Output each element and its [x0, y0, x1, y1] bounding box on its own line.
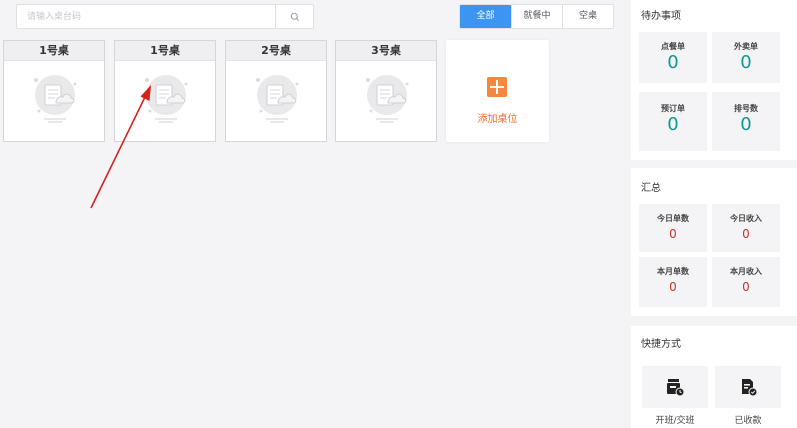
stat-value: 0 [740, 114, 752, 135]
table-name: 1号桌 [4, 41, 104, 61]
stat-value: 0 [740, 52, 752, 73]
search-button[interactable] [275, 5, 313, 28]
shift-handover-icon [667, 379, 685, 397]
table-name: 3号桌 [336, 41, 436, 61]
table-card[interactable]: 3号桌 [335, 40, 437, 142]
table-card[interactable]: 1号桌 [114, 40, 216, 142]
search-icon [290, 12, 299, 21]
plus-icon [487, 77, 507, 97]
table-name: 1号桌 [115, 41, 215, 61]
received-payment-icon [742, 379, 758, 397]
filter-tabs: 全部 就餐中 空桌 [459, 4, 614, 29]
search-box [16, 4, 314, 29]
main-area: 全部 就餐中 空桌 1号桌 1号桌 2号桌 3号桌 添加桌位 [0, 0, 622, 428]
shortcut-received-button[interactable] [715, 366, 781, 408]
stat-label: 预订单 [661, 104, 685, 113]
stat-value: 0 [742, 280, 750, 294]
empty-table-illustration [362, 71, 412, 130]
todo-stat[interactable]: 外卖单 0 [712, 32, 780, 83]
summary-title: 汇总 [641, 183, 661, 194]
summary-panel: 汇总 今日单数 0 今日收入 0 本月单数 0 本月收入 0 [631, 168, 797, 316]
empty-table-illustration [141, 71, 191, 130]
filter-tab-empty[interactable]: 空桌 [562, 5, 613, 28]
stat-label: 今日单数 [657, 214, 689, 223]
shortcut-shift-label: 开班/交班 [655, 416, 695, 426]
stat-label: 外卖单 [734, 42, 758, 51]
todo-stat[interactable]: 点餐单 0 [639, 32, 707, 83]
shortcuts-title: 快捷方式 [641, 339, 681, 350]
shortcut-shift[interactable]: 开班/交班 [642, 366, 708, 426]
add-table-button[interactable]: 添加桌位 [446, 40, 549, 142]
search-input[interactable] [17, 5, 276, 28]
stat-label: 本月收入 [730, 267, 762, 276]
table-card[interactable]: 2号桌 [225, 40, 327, 142]
stat-label: 排号数 [734, 104, 758, 113]
todo-title: 待办事项 [641, 11, 681, 22]
table-card[interactable]: 1号桌 [3, 40, 105, 142]
summary-stat: 今日收入 0 [712, 204, 780, 252]
stat-value: 0 [667, 114, 679, 135]
shortcut-received[interactable]: 已收款 [715, 366, 781, 426]
summary-stat: 本月单数 0 [639, 257, 707, 307]
todo-stat[interactable]: 排号数 0 [712, 92, 780, 151]
stat-value: 0 [669, 227, 677, 241]
sidebar: 待办事项 点餐单 0 外卖单 0 预订单 0 排号数 0 汇总 今日单数 0 今… [631, 0, 797, 428]
stat-value: 0 [742, 227, 750, 241]
table-name: 2号桌 [226, 41, 326, 61]
empty-table-illustration [252, 71, 302, 130]
filter-tab-dining[interactable]: 就餐中 [511, 5, 562, 28]
summary-stat: 本月收入 0 [712, 257, 780, 307]
todo-panel: 待办事项 点餐单 0 外卖单 0 预订单 0 排号数 0 [631, 0, 797, 160]
filter-tab-all[interactable]: 全部 [460, 5, 511, 28]
empty-table-illustration [30, 71, 80, 130]
stat-label: 本月单数 [657, 267, 689, 276]
todo-stat[interactable]: 预订单 0 [639, 92, 707, 151]
stat-value: 0 [669, 280, 677, 294]
shortcuts-panel: 快捷方式 开班/交班 已收款 [631, 326, 797, 428]
shortcut-shift-button[interactable] [642, 366, 708, 408]
stat-label: 点餐单 [661, 42, 685, 51]
stat-value: 0 [667, 52, 679, 73]
shortcut-received-label: 已收款 [734, 416, 762, 426]
add-table-label: 添加桌位 [477, 114, 518, 125]
stat-label: 今日收入 [730, 214, 762, 223]
summary-stat: 今日单数 0 [639, 204, 707, 252]
